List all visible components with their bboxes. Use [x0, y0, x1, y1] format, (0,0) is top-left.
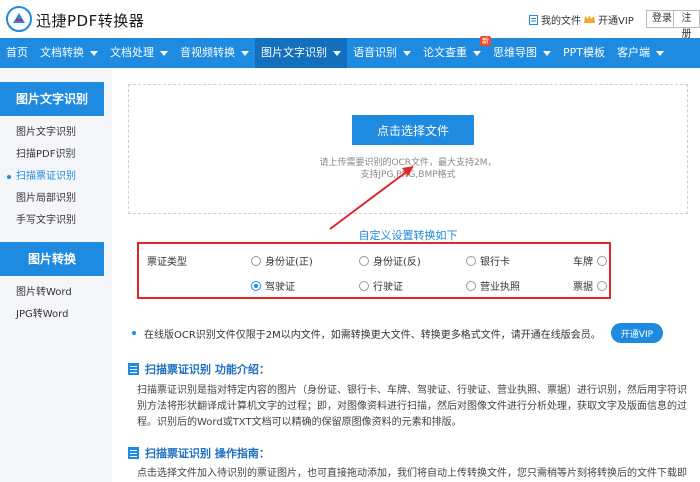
open-vip-button[interactable]: 开通VIP: [610, 323, 664, 343]
sidebar-item[interactable]: 图片转Word: [0, 282, 112, 304]
open-vip-link[interactable]: 开通VIP: [584, 12, 634, 27]
nav-item-6[interactable]: 论文查重新: [417, 36, 491, 68]
radio-icon[interactable]: [359, 255, 369, 266]
nav-item-7[interactable]: 思维导图: [487, 38, 557, 68]
brand-logo-icon[interactable]: [6, 6, 32, 32]
sidebar-item[interactable]: 图片文字识别: [0, 122, 112, 144]
top-header: 迅捷PDF转换器 我的文件 开通VIP 登录 注册: [0, 0, 700, 40]
nav-item-label: 语音识别: [353, 46, 397, 59]
intro-title: 扫描票证识别 功能介绍：: [128, 361, 270, 377]
custom-settings-title: 自定义设置转换如下: [358, 229, 458, 242]
ticket-type-option-label: 银行卡: [480, 257, 510, 268]
radio-icon[interactable]: [597, 255, 607, 266]
chevron-down-icon: [543, 50, 551, 56]
guide-title-text: 扫描票证识别 操作指南：: [145, 447, 270, 460]
nav-item-label: 音视频转换: [180, 46, 235, 59]
ticket-type-option[interactable]: 车牌: [573, 253, 607, 268]
register-button[interactable]: 注册: [673, 10, 700, 40]
open-vip-label: 开通VIP: [598, 16, 634, 27]
radio-icon[interactable]: [597, 280, 607, 291]
nav-item-2[interactable]: 文档处理: [104, 38, 174, 68]
ticket-type-option[interactable]: 身份证(正): [251, 253, 313, 268]
guide-title: 扫描票证识别 操作指南：: [128, 445, 270, 461]
ticket-type-options: 票证类型 身份证(正) 身份证(反) 银行卡 车牌驾驶证 行驶证 营业执照 票据: [137, 242, 611, 299]
ticket-type-option[interactable]: 营业执照: [466, 278, 520, 293]
document-icon: [128, 447, 139, 459]
bullet-icon: [132, 331, 136, 335]
nav-item-label: 思维导图: [493, 46, 537, 59]
ticket-type-option[interactable]: 票据: [573, 278, 607, 293]
sidebar-item[interactable]: 图片局部识别: [0, 188, 112, 210]
ticket-type-option[interactable]: 行驶证: [359, 278, 403, 293]
select-file-button[interactable]: 点击选择文件: [352, 115, 474, 145]
sidebar-item[interactable]: 手写文字识别: [0, 210, 112, 232]
nav-item-3[interactable]: 音视频转换: [174, 38, 255, 68]
ticket-type-option-label: 身份证(正): [265, 257, 313, 268]
main-nav: 首页 文档转换 文档处理 音视频转换 图片文字识别 语音识别 论文查重新思维导图 PPT模板客…: [0, 36, 700, 68]
ticket-type-option[interactable]: 银行卡: [466, 253, 510, 268]
intro-body: 扫描票证识别是指对特定内容的图片（身份证、银行卡、车牌、驾驶证、行驶证、营业执照…: [137, 385, 687, 428]
ticket-type-option-label: 营业执照: [480, 282, 520, 293]
ticket-type-option-label: 驾驶证: [265, 282, 295, 293]
my-files-label: 我的文件: [541, 16, 581, 27]
sidebar-list-image: 图片转Word JPG转Word: [0, 276, 112, 330]
nav-item-1[interactable]: 文档转换: [34, 38, 104, 68]
nav-item-label: 首页: [6, 46, 28, 59]
nav-item-label: 文档处理: [110, 46, 154, 59]
radio-icon[interactable]: [359, 280, 369, 291]
ticket-type-option-label: 身份证(反): [373, 257, 421, 268]
sidebar-item[interactable]: 扫描票证识别: [0, 166, 112, 188]
ticket-type-option[interactable]: 驾驶证: [251, 278, 295, 293]
radio-icon[interactable]: [466, 255, 476, 266]
radio-icon[interactable]: [251, 255, 261, 266]
nav-item-0[interactable]: 首页: [0, 38, 34, 68]
chevron-down-icon: [160, 50, 168, 56]
member-notice: 在线版OCR识别文件仅限于2M以内文件，如需转换更大文件、转换更多格式文件，请开…: [128, 321, 688, 345]
sidebar-item[interactable]: JPG转Word: [0, 304, 112, 326]
file-icon: [529, 14, 538, 25]
sidebar-section-title-ocr: 图片文字识别: [0, 82, 104, 116]
intro-title-text: 扫描票证识别 功能介绍：: [145, 363, 270, 376]
nav-item-label: 文档转换: [40, 46, 84, 59]
document-icon: [128, 363, 139, 375]
nav-item-9[interactable]: 客户端: [611, 38, 670, 68]
nav-item-label: 图片文字识别: [261, 46, 327, 59]
chevron-down-icon: [473, 50, 481, 56]
ticket-type-option[interactable]: 身份证(反): [359, 253, 421, 268]
ticket-type-option-label: 车牌: [573, 257, 593, 268]
chevron-down-icon: [333, 50, 341, 56]
upload-formats: 支持JPG,PNG,BMP格式: [360, 170, 456, 180]
ticket-type-label: 票证类型: [147, 257, 187, 268]
chevron-down-icon: [403, 50, 411, 56]
radio-icon[interactable]: [466, 280, 476, 291]
nav-item-5[interactable]: 语音识别: [347, 38, 417, 68]
chevron-down-icon: [241, 50, 249, 56]
ticket-type-option-label: 行驶证: [373, 282, 403, 293]
nav-item-4[interactable]: 图片文字识别: [255, 38, 347, 68]
my-files-link[interactable]: 我的文件: [529, 12, 581, 27]
brand-name[interactable]: 迅捷PDF转换器: [36, 10, 144, 31]
sidebar-list-ocr: 图片文字识别 扫描PDF识别 扫描票证识别 图片局部识别 手写文字识别: [0, 116, 112, 236]
nav-item-label: 客户端: [617, 46, 650, 59]
nav-item-label: PPT模板: [563, 46, 605, 59]
ticket-type-option-label: 票据: [573, 282, 593, 293]
sidebar-item[interactable]: 扫描PDF识别: [0, 144, 112, 166]
nav-item-8[interactable]: PPT模板: [557, 38, 611, 68]
chevron-down-icon: [90, 50, 98, 56]
sidebar-section-title-image: 图片转换: [0, 242, 104, 276]
crown-icon: [584, 15, 595, 23]
guide-body: 点击选择文件加入待识别的票证图片，也可直接拖动添加，我们将自动上传转换文件，您只…: [137, 468, 687, 479]
notice-text: 在线版OCR识别文件仅限于2M以内文件，如需转换更大文件、转换更多格式文件，请开…: [144, 329, 601, 341]
radio-icon[interactable]: [251, 280, 261, 291]
upload-dropzone[interactable]: 点击选择文件 请上传需要识别的OCR文件，最大支持2M， 支持JPG,PNG,B…: [128, 84, 688, 214]
nav-item-label: 论文查重: [423, 46, 467, 59]
chevron-down-icon: [656, 50, 664, 56]
sidebar: 图片文字识别 图片文字识别 扫描PDF识别 扫描票证识别 图片局部识别 手写文字识别 图…: [0, 68, 112, 482]
